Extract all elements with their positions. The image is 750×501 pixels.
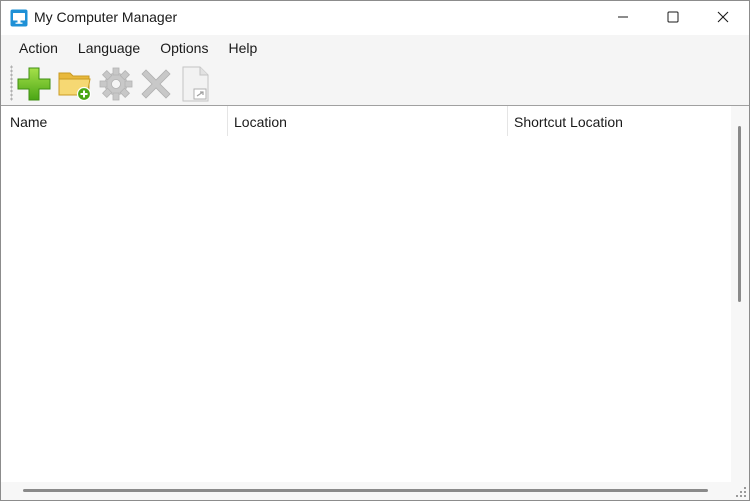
column-header-name[interactable]: Name (1, 106, 227, 136)
shortcut-file-icon (177, 65, 215, 103)
app-window: My Computer Manager Action Language Opti… (0, 0, 750, 501)
list-header: Name Location Shortcut Location (1, 106, 731, 136)
add-folder-icon (56, 65, 94, 103)
maximize-icon (667, 10, 679, 26)
minimize-button[interactable] (600, 1, 646, 35)
vertical-scroll-thumb[interactable] (738, 126, 741, 302)
close-button[interactable] (700, 1, 746, 35)
column-header-location[interactable]: Location (225, 106, 507, 136)
delete-button[interactable] (137, 65, 175, 103)
resize-grip-icon[interactable] (731, 482, 749, 500)
shortcut-button[interactable] (177, 65, 215, 103)
gear-icon (97, 65, 135, 103)
horizontal-scroll-thumb[interactable] (23, 489, 708, 492)
items-list[interactable]: Name Location Shortcut Location (1, 106, 749, 500)
minimize-icon (617, 10, 629, 26)
window-title: My Computer Manager (34, 9, 178, 25)
delete-icon (137, 65, 175, 103)
monitor-icon (10, 9, 28, 27)
column-header-shortcut-location[interactable]: Shortcut Location (505, 106, 731, 136)
add-folder-button[interactable] (56, 65, 94, 103)
maximize-button[interactable] (650, 1, 696, 35)
horizontal-scrollbar[interactable] (1, 482, 731, 500)
title-bar[interactable]: My Computer Manager (1, 1, 749, 35)
menu-options[interactable]: Options (150, 35, 218, 62)
add-icon (15, 65, 53, 103)
menu-help[interactable]: Help (218, 35, 267, 62)
menu-bar: Action Language Options Help (1, 35, 749, 62)
settings-button[interactable] (97, 65, 135, 103)
vertical-scrollbar[interactable] (731, 106, 749, 482)
close-icon (717, 10, 729, 26)
toolbar (1, 62, 749, 106)
menu-action[interactable]: Action (9, 35, 68, 62)
menu-language[interactable]: Language (68, 35, 150, 62)
toolbar-grip[interactable] (10, 65, 13, 101)
add-button[interactable] (15, 65, 53, 103)
